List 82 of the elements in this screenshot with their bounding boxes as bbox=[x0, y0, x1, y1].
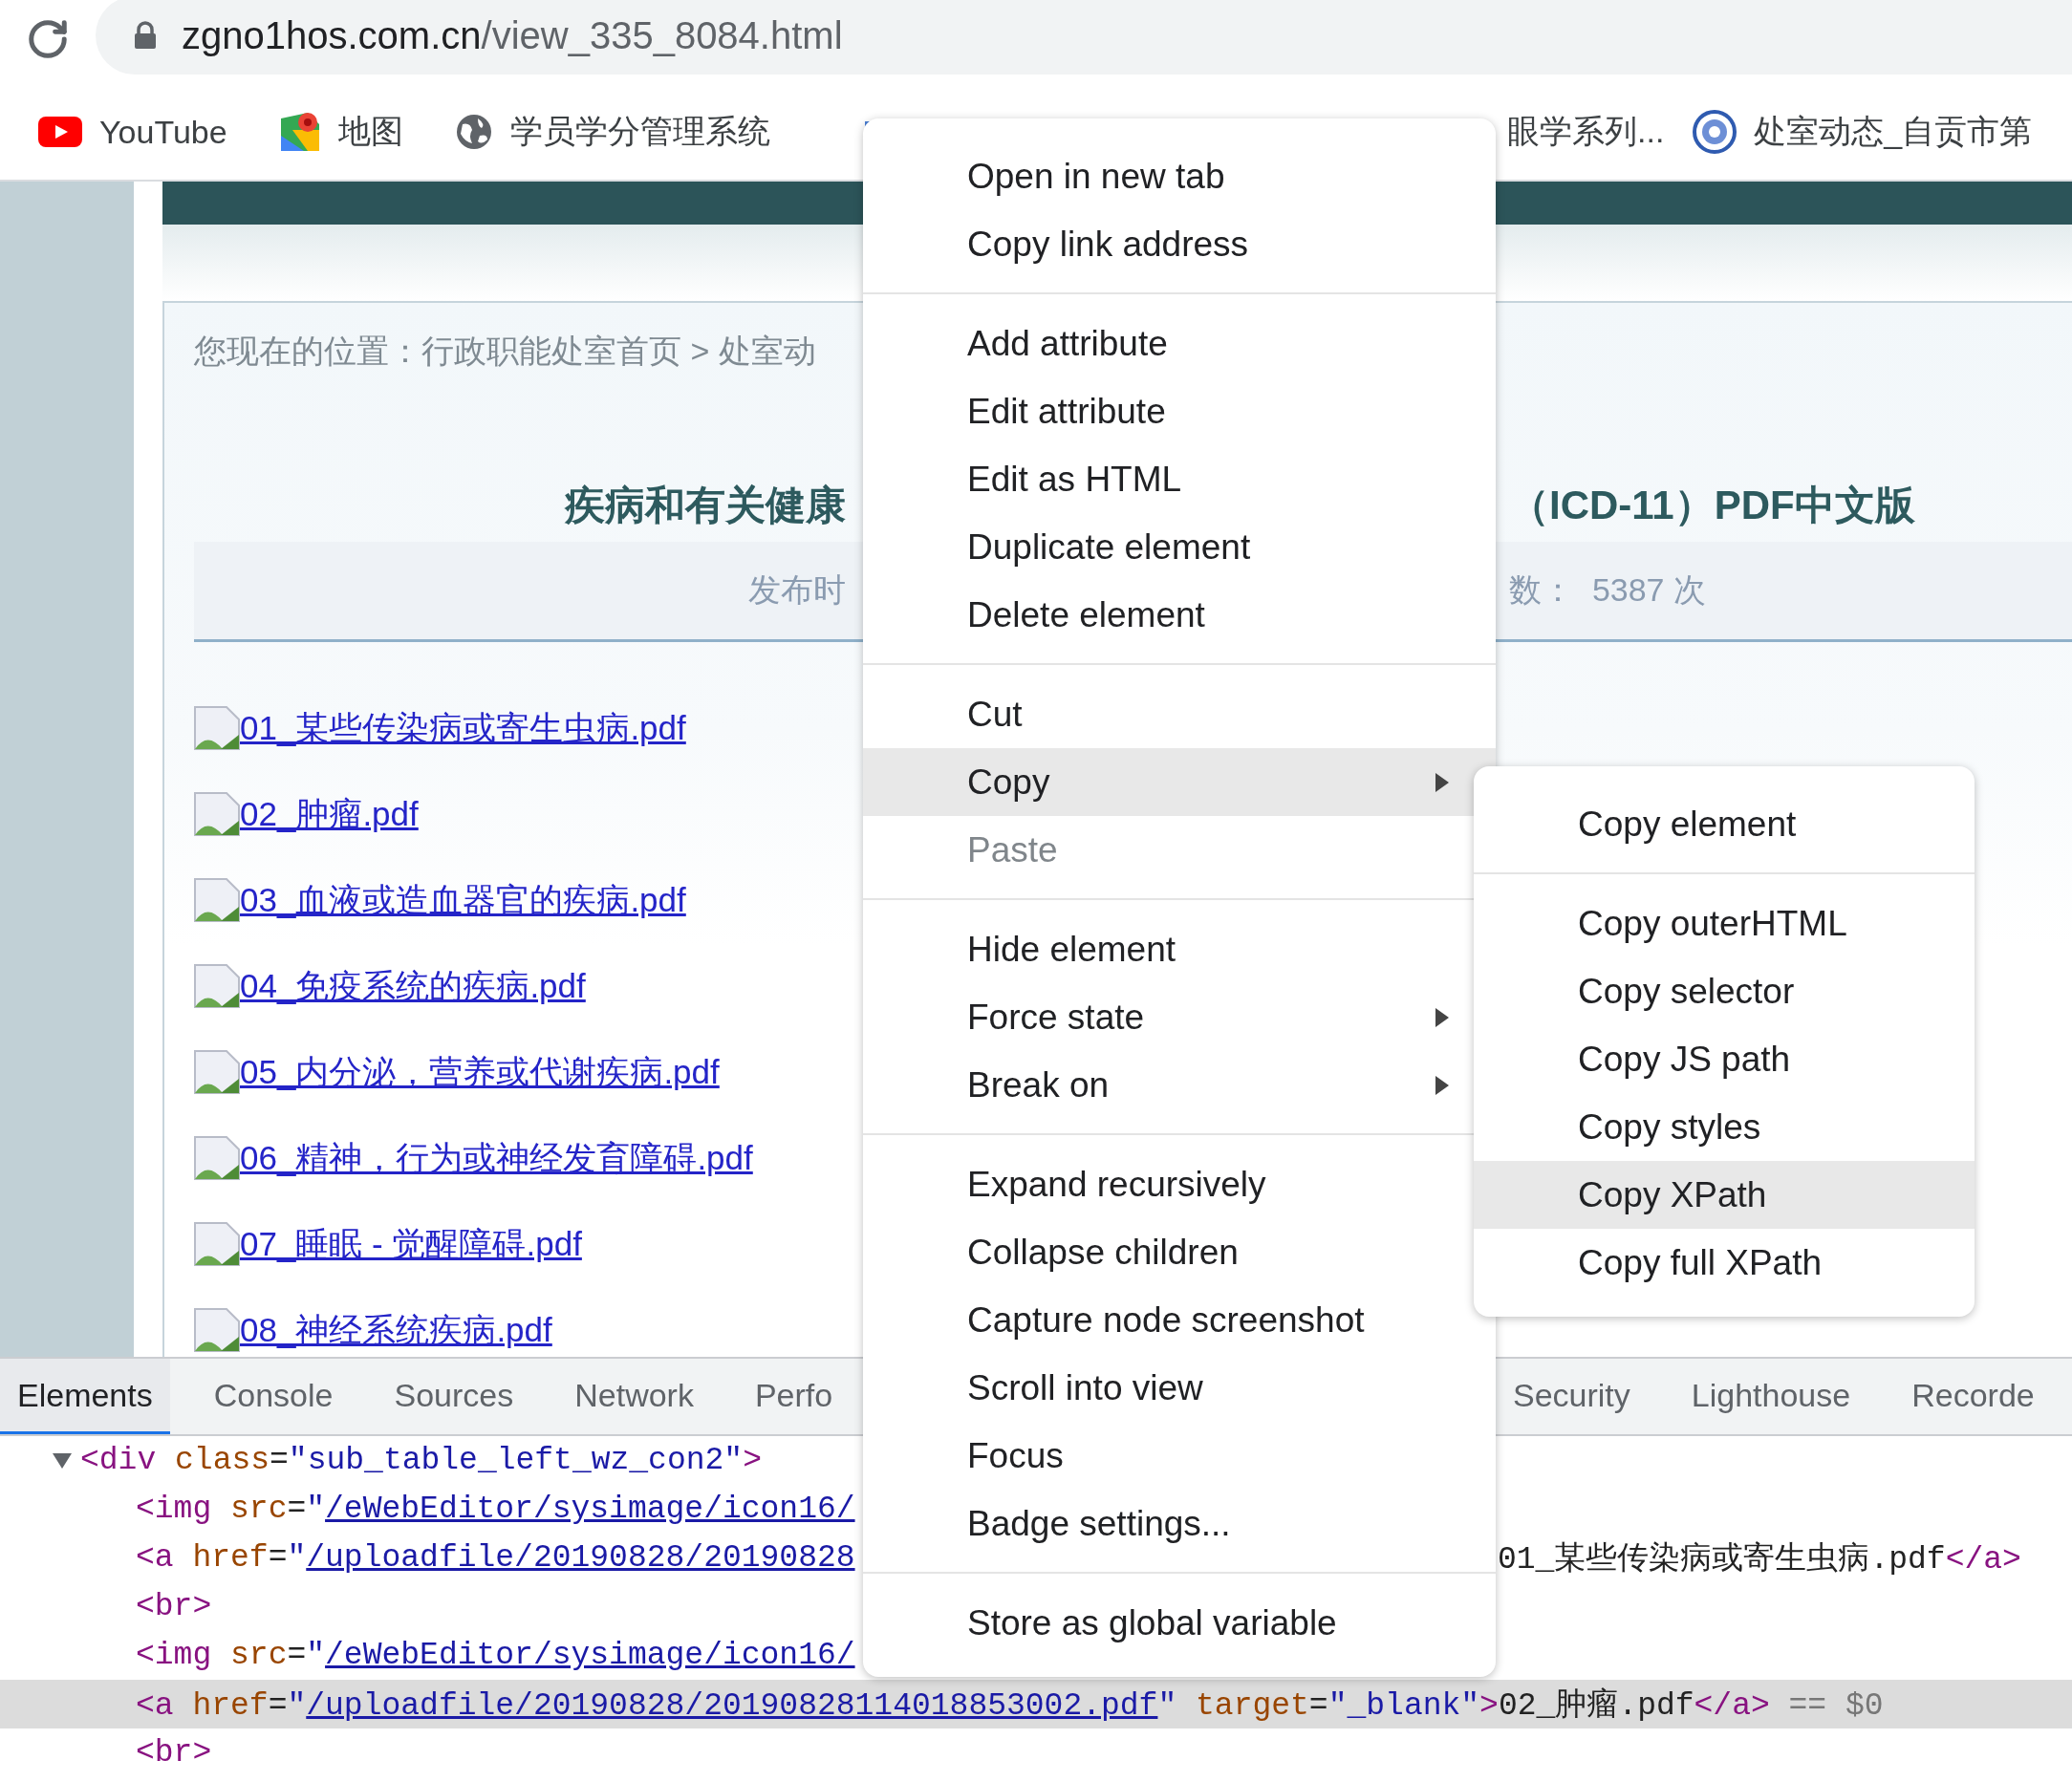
menu-item[interactable]: Open in new tab bbox=[863, 142, 1496, 210]
broken-image-icon bbox=[194, 1136, 240, 1180]
pdf-link[interactable]: 05_内分泌，营养或代谢疾病.pdf bbox=[240, 1049, 720, 1095]
url-text: zgno1hos.com.cn/view_335_8084.html bbox=[182, 13, 843, 57]
devtools-tab[interactable]: Network bbox=[557, 1359, 711, 1434]
code-line[interactable]: <img src="/eWebEditor/sysimage/icon16/ bbox=[0, 1485, 863, 1534]
menu-item[interactable]: Edit attribute bbox=[863, 377, 1496, 445]
broken-image-icon bbox=[194, 1222, 240, 1266]
devtools-tab[interactable]: Console bbox=[196, 1359, 351, 1434]
bookmark-label[interactable]: 眼学系列... bbox=[1507, 110, 1665, 154]
code-line[interactable]: <img src="/eWebEditor/sysimage/icon16/ bbox=[0, 1631, 863, 1680]
article-title: （ICD-11）PDF中文版 bbox=[1509, 482, 1915, 529]
emblem-icon bbox=[1693, 110, 1737, 154]
html-code: <a href="/uploadfile/20190828/20190828 bbox=[136, 1540, 855, 1576]
menu-item[interactable]: Badge settings... bbox=[863, 1490, 1496, 1557]
bookmark[interactable]: 地图 bbox=[278, 110, 403, 154]
menu-item[interactable]: Copy JS path bbox=[1474, 1025, 1975, 1093]
view-count: 数： 5387 次 bbox=[1509, 570, 1706, 610]
caret-icon bbox=[1435, 1006, 1450, 1028]
devtools-tab[interactable]: Security bbox=[1496, 1359, 1648, 1434]
code-line[interactable]: <div class="sub_table_left_wz_con2"> bbox=[0, 1436, 863, 1485]
menu-item[interactable]: Store as global variable bbox=[863, 1589, 1496, 1657]
code-line[interactable]: <br> bbox=[0, 1728, 863, 1777]
broken-image-icon bbox=[194, 878, 240, 922]
menu-item[interactable]: Edit as HTML bbox=[863, 445, 1496, 513]
menu-item[interactable]: Scroll into view bbox=[863, 1354, 1496, 1422]
html-code: 01_某些传染病或寄生虫病.pdf</a> bbox=[1498, 1540, 2021, 1579]
bookmark-label: 学员学分管理系统 bbox=[509, 112, 770, 151]
devtools-tab[interactable]: Perfo bbox=[737, 1359, 851, 1434]
html-code: <img src="/eWebEditor/sysimage/icon16/ bbox=[136, 1638, 855, 1673]
pdf-link[interactable]: 08_神经系统疾病.pdf bbox=[240, 1307, 552, 1353]
menu-item[interactable]: Focus bbox=[863, 1422, 1496, 1490]
address-bar[interactable]: zgno1hos.com.cn/view_335_8084.html bbox=[96, 0, 2072, 75]
pdf-link[interactable]: 03_血液或造血器官的疾病.pdf bbox=[240, 877, 686, 923]
broken-image-icon bbox=[194, 964, 240, 1008]
devtools-tab[interactable]: Lighthouse bbox=[1673, 1359, 1868, 1434]
menu-item[interactable]: Copy link address bbox=[863, 210, 1496, 278]
bookmark-label: 处室动态_自贡市第 bbox=[1754, 112, 2033, 151]
menu-item[interactable]: Add attribute bbox=[863, 310, 1496, 377]
broken-image-icon bbox=[194, 1308, 240, 1352]
caret-icon bbox=[1435, 771, 1450, 793]
pdf-link[interactable]: 07_睡眠 - 觉醒障碍.pdf bbox=[240, 1221, 582, 1267]
bookmark[interactable]: 学员学分管理系统 bbox=[454, 110, 770, 154]
caret-icon bbox=[1435, 1074, 1450, 1096]
devtools-tab[interactable]: Elements bbox=[0, 1359, 170, 1434]
menu-item[interactable]: Delete element bbox=[863, 581, 1496, 649]
html-code: <br> bbox=[136, 1589, 212, 1624]
menu-item[interactable]: Copy styles bbox=[1474, 1093, 1975, 1161]
map-pin-icon bbox=[278, 111, 321, 153]
devtools-tab[interactable]: Recorde bbox=[1894, 1359, 2052, 1434]
html-code: <br> bbox=[136, 1735, 212, 1771]
pdf-link[interactable]: 06_精神，行为或神经发育障碍.pdf bbox=[240, 1135, 753, 1181]
pdf-link[interactable]: 02_肿瘤.pdf bbox=[240, 791, 419, 837]
breadcrumb: 您现在的位置：行政职能处室首页 > 处室动 bbox=[194, 332, 816, 371]
article-title: 疾病和有关健康 bbox=[565, 482, 846, 529]
devtools-tab[interactable]: Sources bbox=[377, 1359, 531, 1434]
menu-item[interactable]: Copy bbox=[863, 748, 1496, 816]
code-line[interactable]: 01_某些传染病或寄生虫病.pdf</a> bbox=[1496, 1534, 2072, 1582]
broken-image-icon bbox=[194, 792, 240, 836]
bookmark[interactable]: YouTube bbox=[38, 113, 227, 151]
code-line[interactable]: <a href="/uploadfile/20190828/20190828 bbox=[0, 1534, 863, 1582]
menu-item[interactable]: Cut bbox=[863, 680, 1496, 748]
code-line[interactable]: <br> bbox=[0, 1582, 863, 1631]
bookmark[interactable]: 处室动态_自贡市第 bbox=[1693, 110, 2033, 154]
menu-item[interactable]: Copy selector bbox=[1474, 957, 1975, 1025]
html-code: <div class="sub_table_left_wz_con2"> bbox=[80, 1443, 762, 1478]
menu-item[interactable]: Copy XPath bbox=[1474, 1161, 1975, 1229]
bookmark-label: YouTube bbox=[99, 113, 227, 151]
video-play-icon bbox=[38, 117, 82, 147]
pdf-link[interactable]: 01_某些传染病或寄生虫病.pdf bbox=[240, 705, 686, 751]
menu-item[interactable]: Duplicate element bbox=[863, 513, 1496, 581]
pdf-link[interactable]: 04_免疫系统的疾病.pdf bbox=[240, 963, 586, 1009]
broken-image-icon bbox=[194, 706, 240, 750]
html-code: <a href="/uploadfile/20190828/20190828114018853002.pdf" target="_blank">02_肿瘤.pdf</a> == $0 bbox=[136, 1686, 1884, 1726]
broken-image-icon bbox=[194, 1050, 240, 1094]
bookmark-label: 地图 bbox=[337, 112, 403, 151]
publish-info: 发布时 bbox=[748, 570, 846, 610]
lock-icon bbox=[134, 21, 157, 50]
menu-item[interactable]: Copy outerHTML bbox=[1474, 890, 1975, 957]
reload-icon[interactable] bbox=[26, 17, 70, 61]
html-code: <img src="/eWebEditor/sysimage/icon16/ bbox=[136, 1492, 855, 1527]
globe-icon bbox=[454, 113, 493, 151]
